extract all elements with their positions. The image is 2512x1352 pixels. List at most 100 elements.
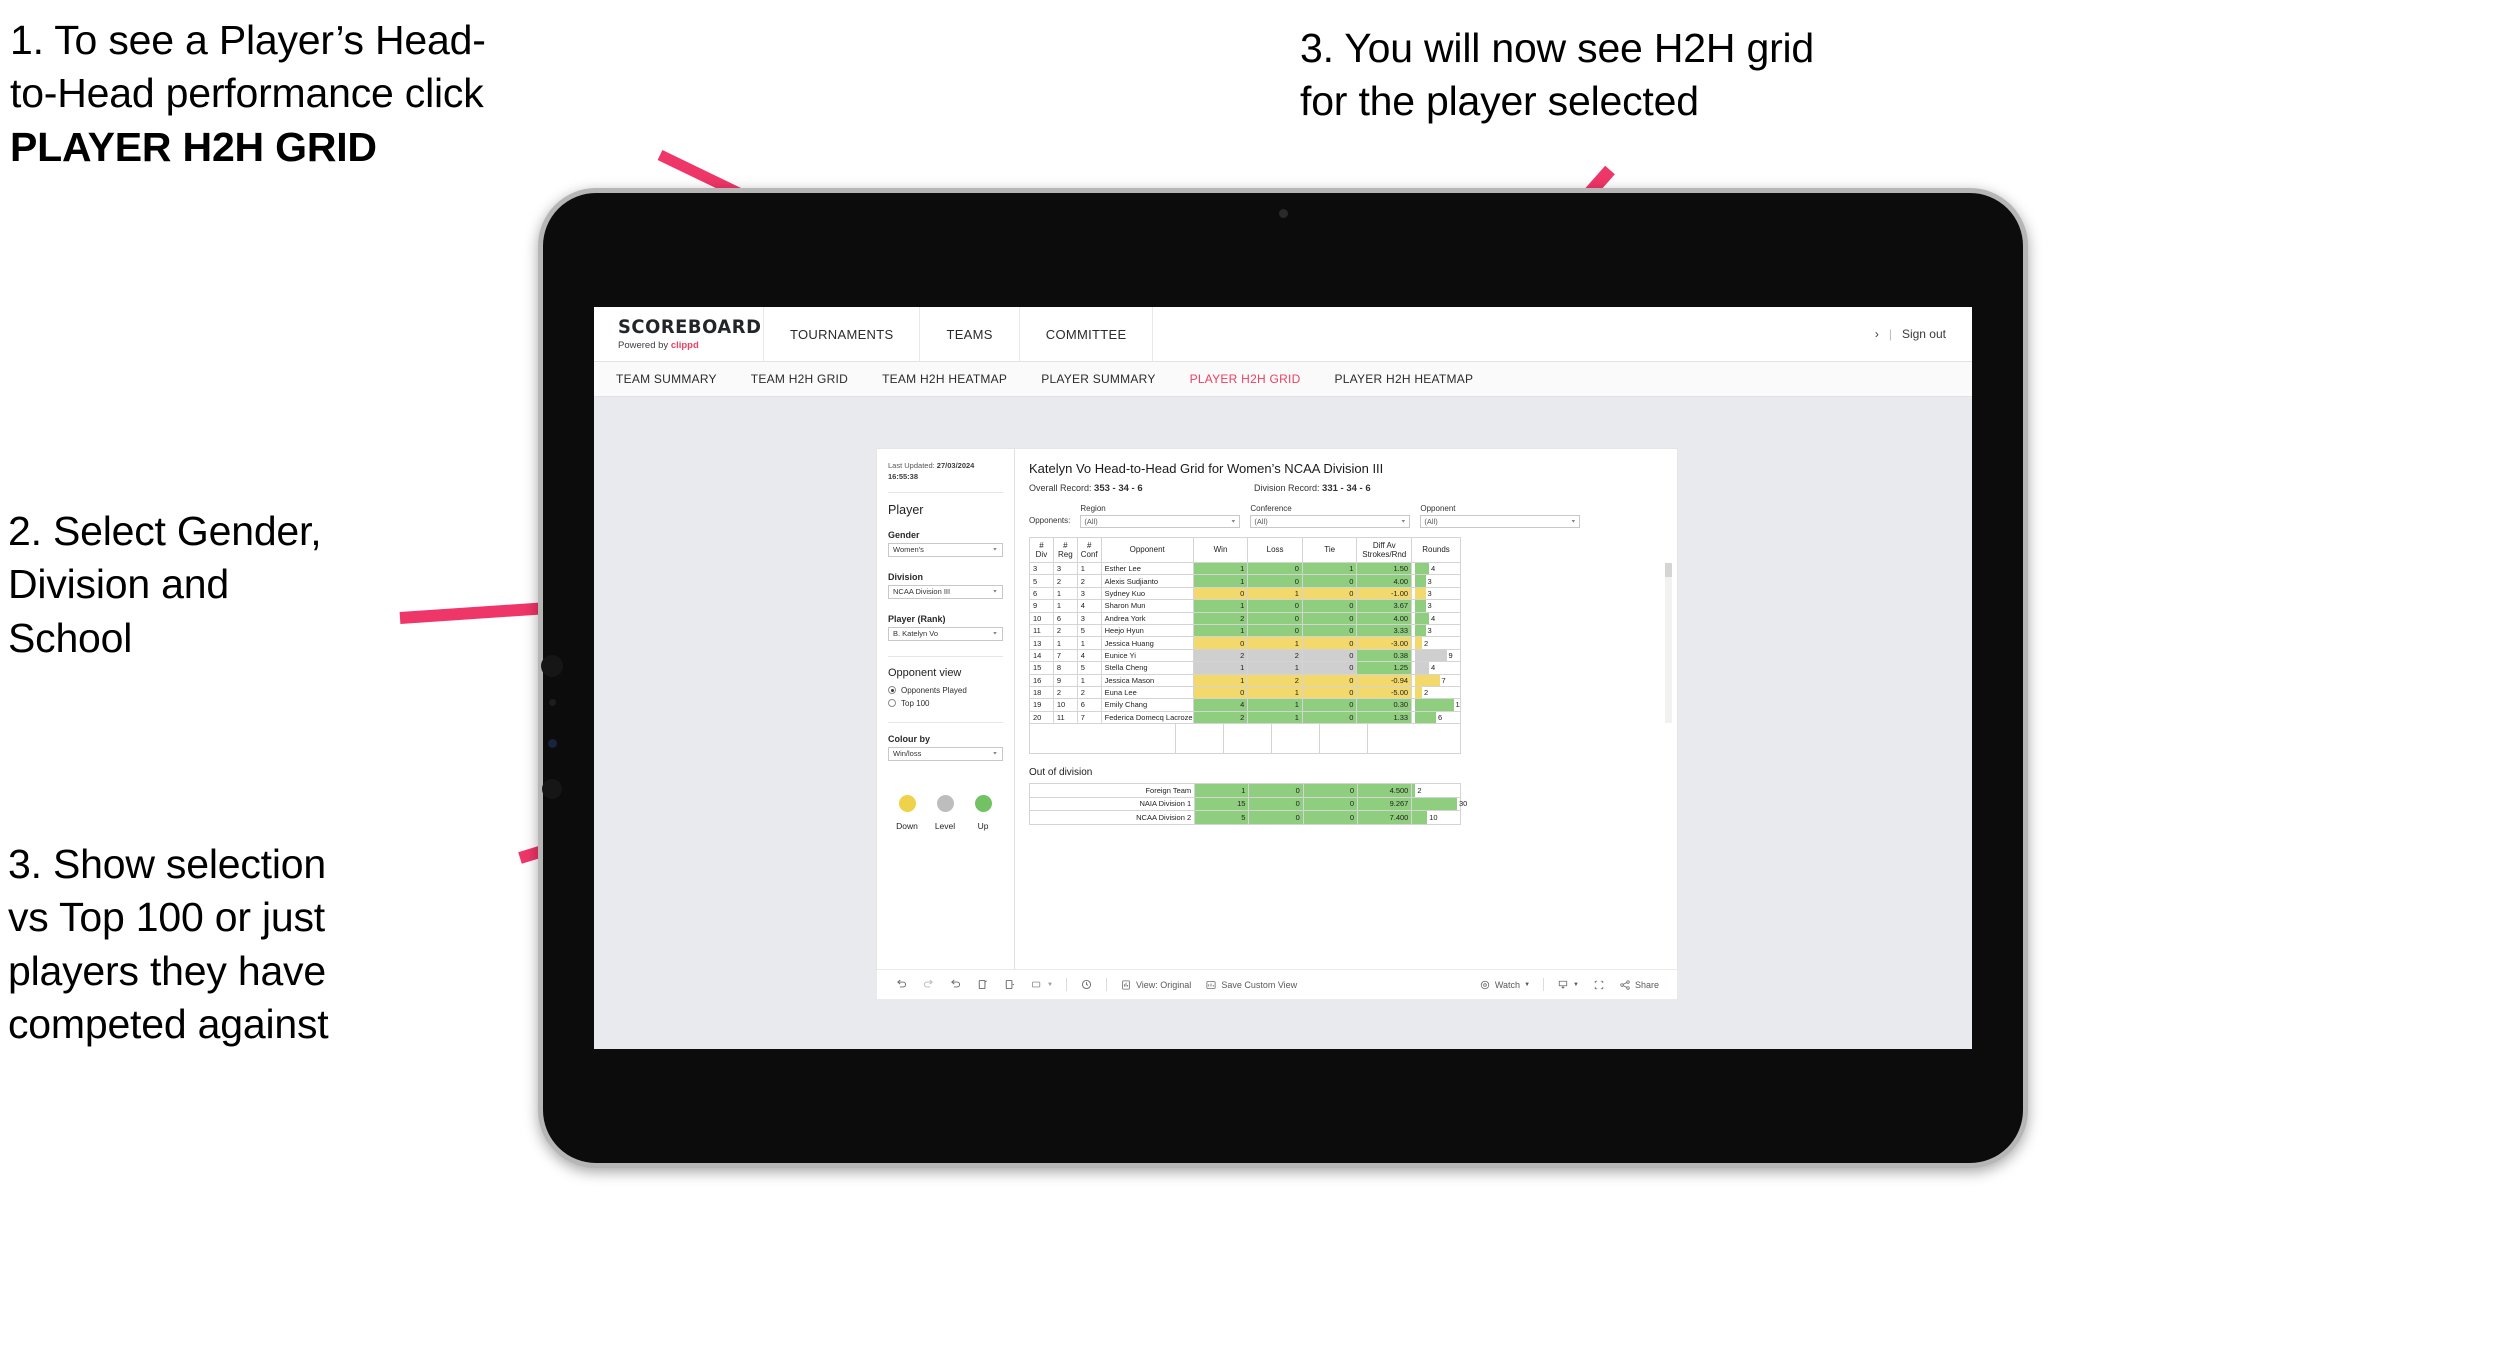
cell-reg: 6 <box>1052 611 1078 625</box>
opponent-select[interactable]: (All) ▼ <box>1420 515 1581 528</box>
legend-label-up: Up <box>977 820 989 831</box>
table-row[interactable]: 11 2 5 Heejo Hyun 1 0 0 3.33 3 <box>1029 623 1461 638</box>
fullscreen-button[interactable] <box>1586 979 1612 991</box>
table-row[interactable]: 19106Emily Chang4100.3011 <box>1029 698 1461 712</box>
cell-win: 1 <box>1192 599 1249 613</box>
table-row[interactable]: 16 9 1 Jessica Mason 1 2 0 -0.94 7 <box>1029 673 1461 687</box>
rounds-bar <box>1415 699 1454 711</box>
table-row[interactable]: 14 7 4 Eunice Yi 2 2 0 0.38 9 <box>1029 648 1461 663</box>
conference-select[interactable]: (All) ▼ <box>1250 515 1411 528</box>
grid-scrollbar[interactable] <box>1665 563 1672 723</box>
cell-opponent: Jessica Mason <box>1100 673 1194 687</box>
last-updated-text: Last Updated: 27/03/2024 16:55:38 <box>888 461 1003 483</box>
save-custom-view-button[interactable]: Save Custom View <box>1198 979 1304 991</box>
table-row[interactable]: 15 8 5 Stella Cheng 1 1 0 1.25 4 <box>1029 661 1461 675</box>
cell-tie: 0 <box>1301 611 1358 625</box>
ood-rounds-bar-cell: 10 <box>1412 811 1460 824</box>
history-button[interactable] <box>1073 978 1100 991</box>
opponent-view-title: Opponent view <box>888 666 962 679</box>
cell-diff: 0.30 <box>1356 698 1413 712</box>
header-account-area: › | Sign out <box>1875 307 1972 361</box>
last-updated-label: Last Updated: <box>888 461 937 470</box>
player-rank-select[interactable]: B. Katelyn Vo ▼ <box>888 626 1003 641</box>
division-select[interactable]: NCAA Division III ▼ <box>888 584 1003 599</box>
cell-div: 6 <box>1029 586 1054 601</box>
cell-opponent: Andrea York <box>1100 611 1194 625</box>
rounds-bar-cell: 3 <box>1415 600 1457 612</box>
cell-div: 13 <box>1029 636 1054 650</box>
opponent-label: Opponent <box>1420 504 1456 513</box>
records-row: Overall Record: 353 - 34 - 6 Division Re… <box>1029 483 1663 494</box>
pause-button[interactable] <box>996 978 1023 991</box>
rounds-bar-cell: 4 <box>1415 563 1457 574</box>
grid-blank-strip <box>1029 724 1461 755</box>
revert-button[interactable] <box>942 978 969 991</box>
nav-item-committee[interactable]: COMMITTEE <box>1020 307 1154 361</box>
legend-dot-up-icon <box>974 794 992 812</box>
subnav-item-team-h2h-grid[interactable]: TEAM H2H GRID <box>751 372 848 386</box>
cell-tie: 0 <box>1301 623 1358 638</box>
region-filter: Region (All) ▼ <box>1080 504 1241 528</box>
cell-ood-win: 15 <box>1194 796 1250 812</box>
toolbar-divider-1 <box>1065 978 1067 991</box>
rounds-bar-cell: 3 <box>1415 588 1457 599</box>
opponents-label: Opponents: <box>1029 516 1071 525</box>
redo-button[interactable] <box>915 978 942 991</box>
cell-ood-diff: 4.500 <box>1357 783 1413 798</box>
col-header-div: # Div <box>1029 537 1054 563</box>
out-of-division-row[interactable]: Foreign Team 1 0 0 4.500 2 <box>1028 783 1461 798</box>
radio-opponents-played[interactable]: Opponents Played <box>888 686 1003 695</box>
watch-button[interactable]: Watch ▼ <box>1472 979 1537 991</box>
sign-out-link[interactable]: Sign out <box>1902 327 1946 341</box>
cell-win: 1 <box>1192 661 1249 675</box>
table-row[interactable]: 5 2 2 Alexis Sudjianto 1 0 0 4.00 3 <box>1029 574 1461 588</box>
grid-scrollbar-thumb[interactable] <box>1665 563 1672 577</box>
rounds-bar-cell: 7 <box>1415 675 1457 686</box>
subnav-item-player-h2h-heatmap[interactable]: PLAYER H2H HEATMAP <box>1335 372 1474 386</box>
download-button[interactable]: ▼ <box>1550 979 1586 991</box>
opponent-filter: Opponent (All) ▼ <box>1420 504 1581 528</box>
table-row[interactable]: 9 1 4 Sharon Mun 1 0 0 3.67 3 <box>1029 599 1461 613</box>
rounds-bar <box>1415 675 1440 686</box>
nav-item-teams[interactable]: TEAMS <box>920 307 1020 361</box>
legend-item-up: Up <box>964 794 1002 831</box>
table-row[interactable]: 3 3 1 Esther Lee 1 0 1 1.50 4 <box>1029 561 1461 576</box>
table-row[interactable]: 6 1 3 Sydney Kuo 0 1 0 -1.00 3 <box>1029 586 1461 601</box>
subnav-item-player-summary[interactable]: PLAYER SUMMARY <box>1041 372 1155 386</box>
radio-selected-icon <box>888 686 896 695</box>
radio-top-100[interactable]: Top 100 <box>888 699 1003 708</box>
gender-select[interactable]: Women's ▼ <box>888 542 1003 557</box>
refresh-button[interactable] <box>969 978 996 991</box>
header-separator: | <box>1888 327 1892 341</box>
colour-by-select[interactable]: Win/loss ▼ <box>888 746 1003 761</box>
undo-button[interactable] <box>888 978 915 991</box>
table-row[interactable]: 18 2 2 Euna Lee 0 1 0 -5.00 2 <box>1029 685 1461 700</box>
view-original-button[interactable]: View: Original <box>1113 979 1198 991</box>
table-row[interactable]: 13 1 1 Jessica Huang 0 1 0 -3.00 2 <box>1029 636 1461 650</box>
nav-item-tournaments[interactable]: TOURNAMENTS <box>764 307 921 361</box>
cell-ood-loss: 0 <box>1248 810 1304 825</box>
cell-opponent: Heejo Hyun <box>1100 623 1194 638</box>
ood-rounds-value: 2 <box>1417 785 1422 795</box>
table-row[interactable]: 20 11 7 Federica Domecq Lacroze 2 1 0 1.33 6 <box>1029 710 1461 725</box>
cell-rounds: 4 <box>1411 611 1461 625</box>
out-of-division-row[interactable]: NAIA Division 1 15 0 0 9.267 30 <box>1028 796 1467 812</box>
cell-win: 4 <box>1192 698 1249 712</box>
division-record: Division Record: 331 - 34 - 6 <box>1254 483 1371 494</box>
zoom-dropdown-button[interactable]: ▼ <box>1023 978 1060 991</box>
chevron-right-icon[interactable]: › <box>1875 327 1879 341</box>
rounds-bar <box>1415 662 1430 673</box>
subnav-item-team-h2h-heatmap[interactable]: TEAM H2H HEATMAP <box>882 372 1007 386</box>
brand-logo[interactable]: SCOREBOARD Powered by clippd <box>594 307 764 361</box>
region-select[interactable]: (All) ▼ <box>1080 515 1241 528</box>
table-row[interactable]: 10 6 3 Andrea York 2 0 0 4.00 4 <box>1029 611 1461 625</box>
share-button[interactable]: Share <box>1612 979 1666 991</box>
subnav-item-player-h2h-grid[interactable]: PLAYER H2H GRID <box>1190 372 1301 386</box>
cell-ood-win: 1 <box>1194 783 1250 798</box>
cell-loss: 1 <box>1247 698 1303 712</box>
subnav-item-team-summary[interactable]: TEAM SUMMARY <box>616 372 717 386</box>
cell-rounds: 3 <box>1411 623 1461 638</box>
out-of-division-row[interactable]: NCAA Division 2 5 0 0 7.400 10 <box>1028 810 1461 825</box>
cell-div: 10 <box>1029 611 1054 625</box>
sub-navigation: TEAM SUMMARY TEAM H2H GRID TEAM H2H HEAT… <box>594 362 1972 397</box>
